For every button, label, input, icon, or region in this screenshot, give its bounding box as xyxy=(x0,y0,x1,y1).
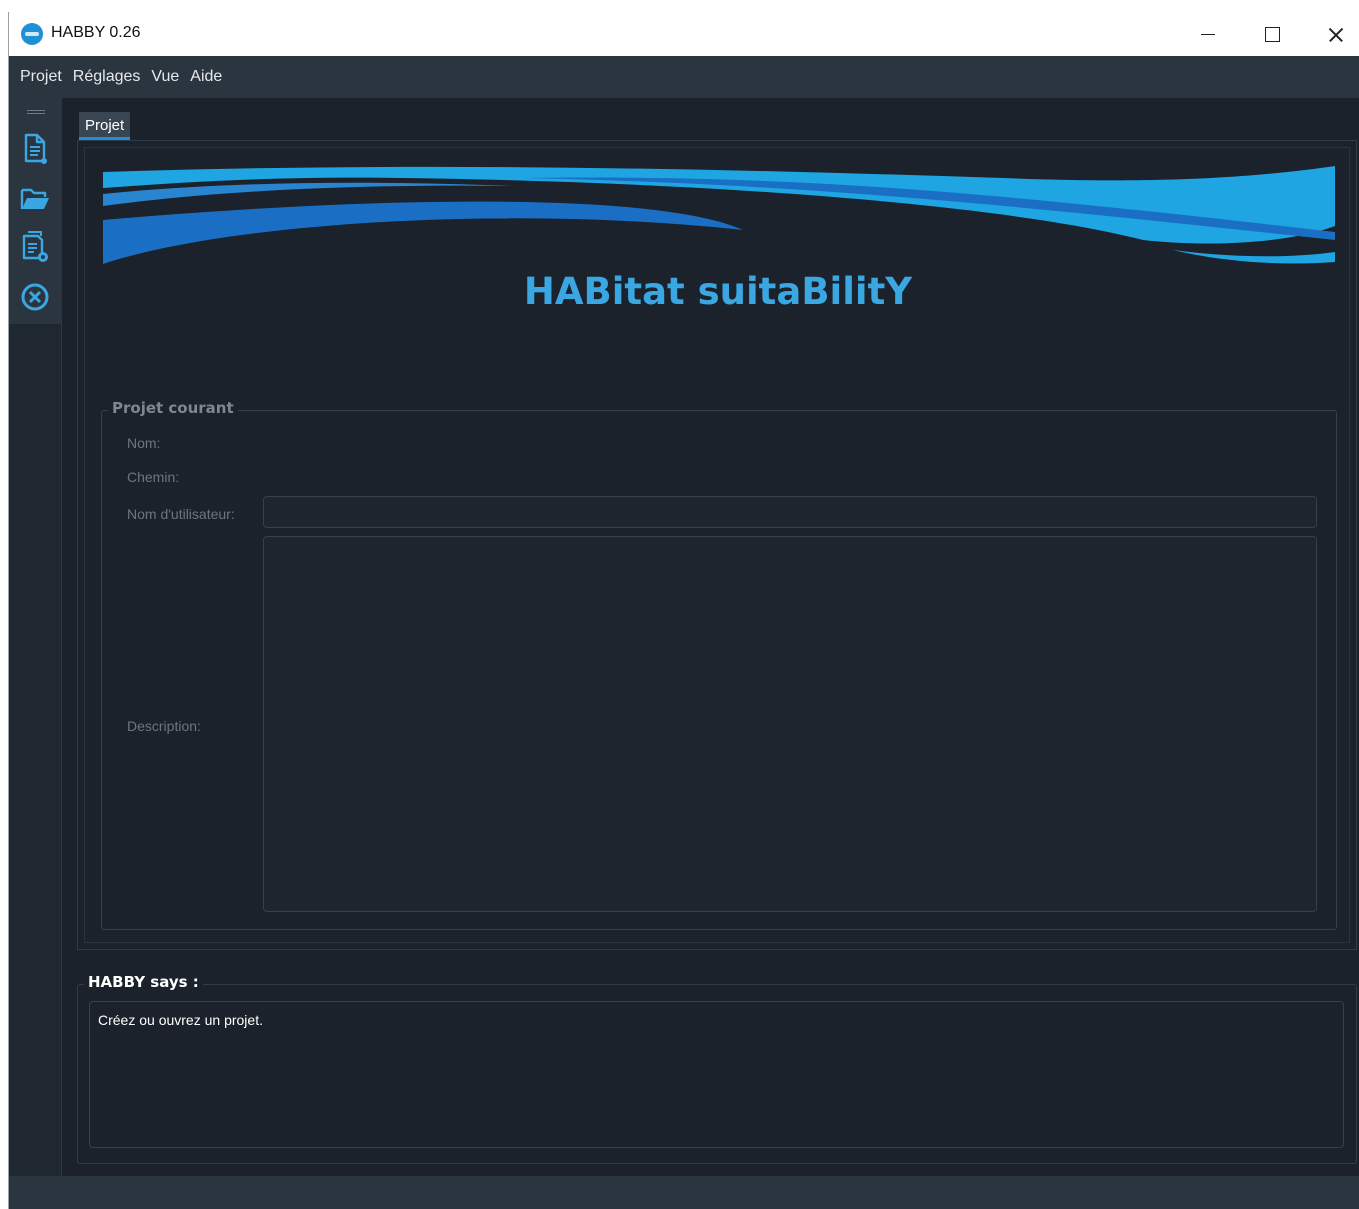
banner-title: HABitat suitaBilitY xyxy=(523,270,913,313)
new-project-icon xyxy=(24,133,47,164)
minimize-icon[interactable] xyxy=(1176,12,1240,56)
description-textarea[interactable] xyxy=(263,536,1317,912)
save-project-icon xyxy=(22,231,48,262)
habby-banner xyxy=(103,164,1335,268)
new-project-button[interactable] xyxy=(19,132,51,166)
current-project-group: Projet courant Nom: Chemin: Nom d'utilis… xyxy=(101,399,1337,930)
wave-banner-graphic xyxy=(103,166,1335,264)
title-bar[interactable]: HABBY 0.26 xyxy=(9,12,1359,56)
habby-says-message-box[interactable]: Créez ou ouvrez un projet. xyxy=(89,1001,1344,1148)
habby-says-group: HABBY says : Créez ou ouvrez un projet. xyxy=(77,973,1357,1164)
menu-projet[interactable]: Projet xyxy=(20,68,62,86)
open-folder-icon xyxy=(20,188,49,209)
habby-says-title: HABBY says : xyxy=(84,973,203,991)
toolbar-grip-handle[interactable] xyxy=(27,110,45,114)
projet-panel-inner: HABitat suitaBilitY Projet courant Nom: … xyxy=(84,147,1350,943)
close-icon[interactable] xyxy=(1304,12,1359,56)
main-area: Projet HABitat suitaBilitY Projet couran… xyxy=(63,98,1359,1176)
status-bar xyxy=(9,1176,1359,1209)
tab-projet[interactable]: Projet xyxy=(79,112,131,140)
username-input[interactable] xyxy=(263,496,1317,528)
close-project-icon xyxy=(21,283,49,311)
app-window: HABBY 0.26 Projet Réglages Vue Aide Proj… xyxy=(8,12,1359,1209)
username-label: Nom d'utilisateur: xyxy=(127,506,235,522)
toolbar-button-area xyxy=(9,98,62,324)
habby-logo-icon xyxy=(21,23,43,45)
description-label: Description: xyxy=(127,718,201,734)
path-label: Chemin: xyxy=(127,469,180,485)
close-project-button[interactable] xyxy=(19,280,51,314)
menu-bar: Projet Réglages Vue Aide xyxy=(9,56,1359,98)
open-project-button[interactable] xyxy=(19,182,51,216)
group-title: Projet courant xyxy=(108,399,238,417)
save-project-button[interactable] xyxy=(19,230,51,264)
name-label: Nom: xyxy=(127,435,161,451)
habby-says-message: Créez ou ouvrez un projet. xyxy=(98,1012,263,1028)
menu-reglages[interactable]: Réglages xyxy=(73,68,141,86)
maximize-icon[interactable] xyxy=(1240,12,1304,56)
menu-aide[interactable]: Aide xyxy=(190,68,222,86)
window-title: HABBY 0.26 xyxy=(51,24,141,41)
left-toolbar xyxy=(9,98,62,1176)
tab-panel-projet: HABitat suitaBilitY Projet courant Nom: … xyxy=(77,140,1357,950)
menu-vue[interactable]: Vue xyxy=(151,68,179,86)
